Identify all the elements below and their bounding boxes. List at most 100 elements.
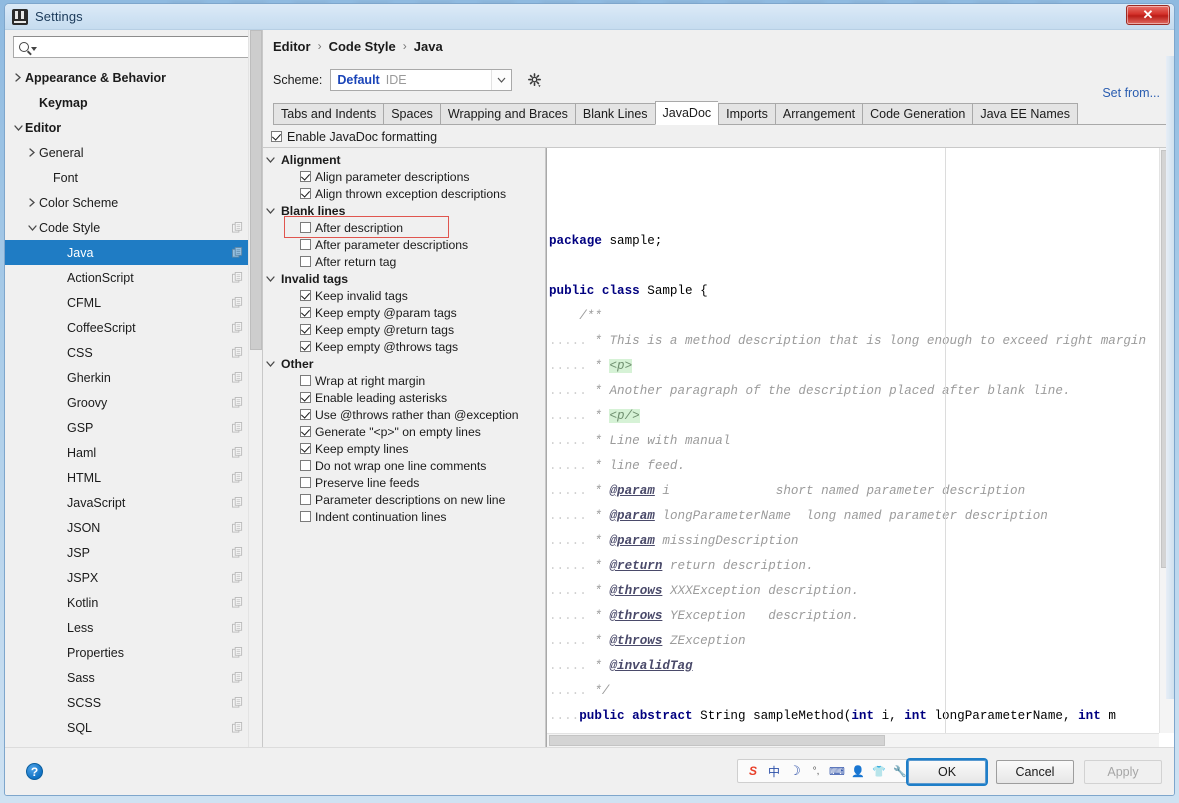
tab-blank-lines[interactable]: Blank Lines: [574, 103, 655, 125]
chevron-right-icon[interactable]: [11, 73, 25, 82]
tab-arrangement[interactable]: Arrangement: [774, 103, 863, 125]
option-checkbox[interactable]: [300, 409, 311, 420]
copy-scheme-icon[interactable]: [228, 422, 246, 433]
option-keep-invalid-tags[interactable]: Keep invalid tags: [263, 287, 545, 304]
sidebar-item-general[interactable]: General: [5, 140, 262, 165]
breadcrumb-part-code-style[interactable]: Code Style: [329, 39, 396, 54]
chevron-down-icon[interactable]: [263, 156, 277, 164]
set-from-link[interactable]: Set from...: [1102, 86, 1160, 100]
search-input[interactable]: [37, 40, 253, 54]
sidebar-item-haml[interactable]: Haml: [5, 440, 262, 465]
chevron-down-icon[interactable]: [263, 360, 277, 368]
option-group-blank-lines[interactable]: Blank lines: [263, 202, 545, 219]
option-parameter-descriptions-on-new-line[interactable]: Parameter descriptions on new line: [263, 491, 545, 508]
option-generate-p-on-empty-lines[interactable]: Generate "<p>" on empty lines: [263, 423, 545, 440]
sidebar-item-appearance-behavior[interactable]: Appearance & Behavior: [5, 65, 262, 90]
chevron-down-icon[interactable]: [263, 275, 277, 283]
breadcrumb-part-editor[interactable]: Editor: [273, 39, 311, 54]
copy-scheme-icon[interactable]: [228, 347, 246, 358]
sidebar-item-jspx[interactable]: JSPX: [5, 565, 262, 590]
chevron-right-icon[interactable]: [25, 198, 39, 207]
option-group-alignment[interactable]: Alignment: [263, 151, 545, 168]
copy-scheme-icon[interactable]: [228, 672, 246, 683]
enable-javadoc-checkbox[interactable]: [271, 131, 282, 142]
sidebar-scrollbar-thumb[interactable]: [250, 30, 262, 350]
sidebar-item-font[interactable]: Font: [5, 165, 262, 190]
option-indent-continuation-lines[interactable]: Indent continuation lines: [263, 508, 545, 525]
option-enable-leading-asterisks[interactable]: Enable leading asterisks: [263, 389, 545, 406]
chevron-down-icon[interactable]: [11, 124, 25, 132]
copy-scheme-icon[interactable]: [228, 647, 246, 658]
cancel-button[interactable]: Cancel: [996, 759, 1074, 784]
sidebar-item-jsp[interactable]: JSP: [5, 540, 262, 565]
search-box[interactable]: [13, 36, 254, 58]
option-checkbox[interactable]: [300, 375, 311, 386]
tab-code-generation[interactable]: Code Generation: [862, 103, 973, 125]
option-checkbox[interactable]: [300, 171, 311, 182]
option-after-parameter-descriptions[interactable]: After parameter descriptions: [263, 236, 545, 253]
copy-scheme-icon[interactable]: [228, 447, 246, 458]
chevron-down-icon[interactable]: [263, 207, 277, 215]
sogou-logo-icon[interactable]: S: [745, 763, 761, 779]
sidebar-item-color-scheme[interactable]: Color Scheme: [5, 190, 262, 215]
option-checkbox[interactable]: [300, 477, 311, 488]
option-checkbox[interactable]: [300, 256, 311, 267]
sidebar-item-kotlin[interactable]: Kotlin: [5, 590, 262, 615]
option-after-return-tag[interactable]: After return tag: [263, 253, 545, 270]
tab-spaces[interactable]: Spaces: [383, 103, 440, 125]
tab-javadoc[interactable]: JavaDoc: [654, 101, 719, 125]
tab-tabs-and-indents[interactable]: Tabs and Indents: [273, 103, 384, 125]
option-checkbox[interactable]: [300, 494, 311, 505]
option-after-description[interactable]: After description: [263, 219, 545, 236]
option-keep-empty-@param-tags[interactable]: Keep empty @param tags: [263, 304, 545, 321]
sidebar-item-sass[interactable]: Sass: [5, 665, 262, 690]
tab-java-ee-names[interactable]: Java EE Names: [972, 103, 1078, 125]
sidebar-item-properties[interactable]: Properties: [5, 640, 262, 665]
user-icon[interactable]: 👤: [850, 763, 866, 779]
option-checkbox[interactable]: [300, 307, 311, 318]
wrench-icon[interactable]: 🔧: [892, 763, 908, 779]
option-checkbox[interactable]: [300, 460, 311, 471]
option-checkbox[interactable]: [300, 290, 311, 301]
copy-scheme-icon[interactable]: [228, 272, 246, 283]
option-checkbox[interactable]: [300, 239, 311, 250]
sidebar-scrollbar[interactable]: [248, 30, 262, 747]
sidebar-item-less[interactable]: Less: [5, 615, 262, 640]
sidebar-item-stylus[interactable]: Stylus: [5, 740, 262, 748]
preview-hscroll-thumb[interactable]: [549, 735, 885, 746]
sidebar-item-css[interactable]: CSS: [5, 340, 262, 365]
option-align-thrown-exception-descriptions[interactable]: Align thrown exception descriptions: [263, 185, 545, 202]
sidebar-item-keymap[interactable]: Keymap: [5, 90, 262, 115]
copy-scheme-icon[interactable]: [228, 247, 246, 258]
punctuation-icon[interactable]: °,: [808, 763, 824, 779]
copy-scheme-icon[interactable]: [228, 372, 246, 383]
chinese-mode-icon[interactable]: 中: [766, 763, 782, 779]
help-button[interactable]: ?: [26, 763, 43, 780]
tab-imports[interactable]: Imports: [718, 103, 775, 125]
copy-scheme-icon[interactable]: [228, 322, 246, 333]
sidebar-item-javascript[interactable]: JavaScript: [5, 490, 262, 515]
option-checkbox[interactable]: [300, 392, 311, 403]
copy-scheme-icon[interactable]: [228, 697, 246, 708]
option-keep-empty-lines[interactable]: Keep empty lines: [263, 440, 545, 457]
option-use-@throws-rather-than-@exception[interactable]: Use @throws rather than @exception: [263, 406, 545, 423]
keyboard-icon[interactable]: ⌨: [829, 763, 845, 779]
sidebar-item-cfml[interactable]: CFML: [5, 290, 262, 315]
option-checkbox[interactable]: [300, 188, 311, 199]
option-do-not-wrap-one-line-comments[interactable]: Do not wrap one line comments: [263, 457, 545, 474]
copy-scheme-icon[interactable]: [228, 222, 246, 233]
option-align-parameter-descriptions[interactable]: Align parameter descriptions: [263, 168, 545, 185]
chevron-down-icon[interactable]: [25, 224, 39, 232]
copy-scheme-icon[interactable]: [228, 472, 246, 483]
chevron-down-icon[interactable]: [491, 70, 512, 90]
ok-button[interactable]: OK: [908, 759, 986, 784]
option-group-other[interactable]: Other: [263, 355, 545, 372]
option-preserve-line-feeds[interactable]: Preserve line feeds: [263, 474, 545, 491]
option-checkbox[interactable]: [300, 341, 311, 352]
preview-horizontal-scrollbar[interactable]: [547, 733, 1159, 747]
sidebar-item-html[interactable]: HTML: [5, 465, 262, 490]
sidebar-item-java[interactable]: Java: [5, 240, 262, 265]
option-wrap-at-right-margin[interactable]: Wrap at right margin: [263, 372, 545, 389]
sidebar-item-actionscript[interactable]: ActionScript: [5, 265, 262, 290]
option-checkbox[interactable]: [300, 443, 311, 454]
